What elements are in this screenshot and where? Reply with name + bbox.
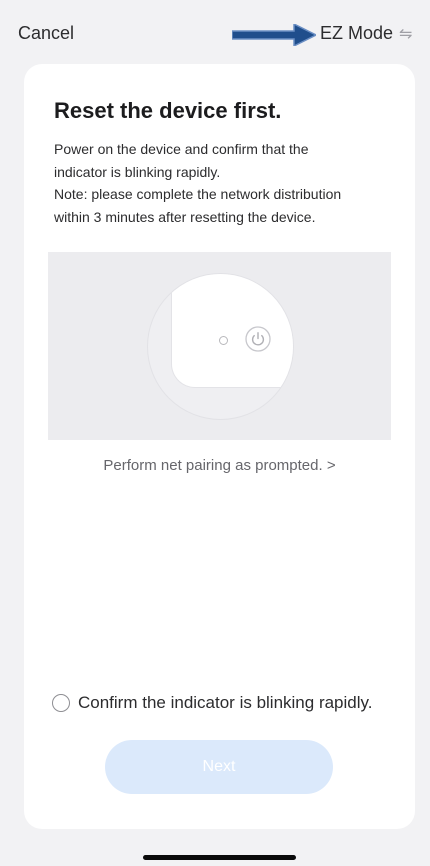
confirm-indicator-option[interactable]: Confirm the indicator is blinking rapidl… <box>52 693 372 713</box>
annotation-arrow-icon <box>232 24 316 46</box>
confirm-label: Confirm the indicator is blinking rapidl… <box>78 693 373 712</box>
swap-arrows-icon: ⇋ <box>399 25 413 43</box>
device-illustration <box>48 252 391 440</box>
page-title: Reset the device first. <box>54 98 282 123</box>
net-pairing-link[interactable]: Perform net pairing as prompted. > <box>24 457 415 474</box>
reset-instructions-card: Reset the device first. Power on the dev… <box>24 64 415 829</box>
device-corner <box>171 274 293 388</box>
confirm-radio[interactable] <box>52 694 70 712</box>
ez-mode-switch[interactable]: EZ Mode ⇋ <box>320 23 412 44</box>
ez-mode-label: EZ Mode <box>320 23 394 43</box>
description-line: Power on the device and confirm that the <box>54 141 309 157</box>
zoom-circle <box>147 273 294 420</box>
top-bar: Cancel EZ Mode ⇋ <box>0 0 430 66</box>
home-indicator <box>143 855 296 860</box>
description-line: within 3 minutes after resetting the dev… <box>54 208 316 225</box>
indicator-led-icon <box>219 336 228 345</box>
description-line: Note: please complete the network distri… <box>54 186 342 202</box>
cancel-button[interactable]: Cancel <box>18 23 74 44</box>
next-button[interactable]: Next <box>105 740 333 794</box>
power-icon <box>245 326 271 352</box>
description: Power on the device and confirm that the… <box>54 138 384 228</box>
description-line: indicator is blinking rapidly. <box>54 163 221 180</box>
